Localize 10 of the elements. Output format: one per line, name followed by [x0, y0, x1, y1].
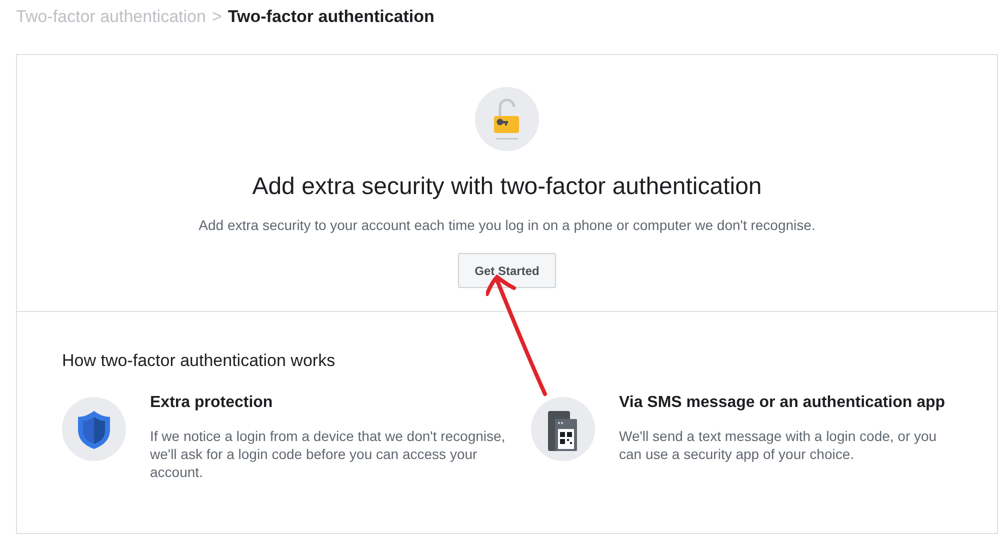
breadcrumb-current: Two-factor authentication	[228, 6, 434, 28]
feature-description: We'll send a text message with a login code, or you can use a security app of your choice.	[619, 426, 938, 462]
feature-title: Via SMS message or an authentication app	[619, 392, 946, 412]
hero-title: Add extra security with two-factor authentication	[252, 172, 762, 202]
get-started-button[interactable]: Get Started	[458, 253, 556, 288]
breadcrumb-separator: >	[212, 6, 222, 28]
section-title: How two-factor authentication works	[62, 350, 336, 372]
feature-title: Extra protection	[150, 392, 274, 412]
feature-description: If we notice a login from a device that we don't recognise, we'll ask for a login code before you can access your account.	[150, 426, 506, 480]
hero-subtitle: Add extra security to your account each time you log in on a phone or computer we don't recognise.	[198, 216, 816, 235]
